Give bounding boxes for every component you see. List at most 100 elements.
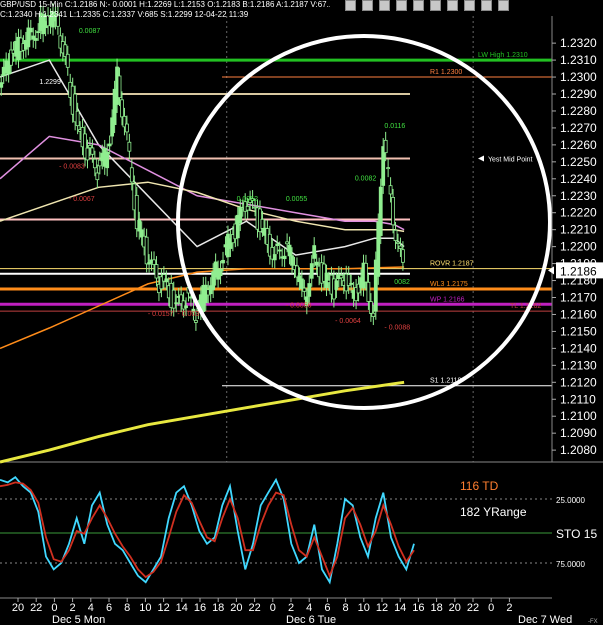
header-line2: C:1.2340 H:1.2341 L:1.2335 C:1.2337 V:68… bbox=[0, 10, 249, 19]
candle-body bbox=[245, 205, 250, 211]
time-tick-label: 8 bbox=[124, 602, 130, 614]
candle-body bbox=[117, 75, 122, 99]
time-tick-label: 12 bbox=[376, 602, 388, 614]
time-tick-label: 2 bbox=[288, 602, 294, 614]
candle-body bbox=[125, 123, 129, 133]
time-tick-label: 20 bbox=[230, 602, 242, 614]
candle-body bbox=[127, 141, 132, 152]
candle-body bbox=[282, 255, 287, 260]
candle-body bbox=[277, 249, 282, 252]
price-tick-label: 1.2260 bbox=[560, 138, 597, 152]
time-tick-label: 18 bbox=[430, 602, 442, 614]
candle-body bbox=[371, 312, 376, 317]
candle-body bbox=[65, 53, 70, 68]
text-icon[interactable] bbox=[430, 0, 441, 11]
pin-icon[interactable] bbox=[447, 0, 458, 11]
time-tick-label: 10 bbox=[358, 602, 370, 614]
time-tick-label: 0 bbox=[488, 602, 494, 614]
candle-body bbox=[378, 186, 383, 236]
time-tick-label: 16 bbox=[412, 602, 424, 614]
candle-body bbox=[174, 302, 179, 305]
candle-body bbox=[393, 229, 398, 242]
forex-chart: LW High 1.2310 R1 1.2300 ROVR 1.2187 WL3 1.… bbox=[0, 0, 603, 625]
candle-body bbox=[95, 172, 100, 181]
stoch-level-label: 25.0000 bbox=[556, 496, 585, 505]
header-title: GBP/USD 15-Min C:1.2186 N:- 0.0001 H:1.2… bbox=[0, 0, 330, 9]
candle-body bbox=[120, 99, 124, 118]
swing-label: - 0.0083 bbox=[59, 164, 85, 171]
price-tick-label: 1.2090 bbox=[560, 426, 597, 440]
price-tick-label: 1.2120 bbox=[560, 375, 597, 389]
magnet-icon[interactable] bbox=[498, 0, 509, 11]
candle-body bbox=[383, 139, 388, 154]
candle-body bbox=[107, 143, 112, 147]
line-icon[interactable] bbox=[396, 0, 407, 11]
td-label: 116 TD bbox=[460, 479, 499, 493]
swing-label: 0082 bbox=[394, 279, 410, 286]
day-label: Dec 7 Wed bbox=[518, 614, 572, 625]
toolbar bbox=[345, 0, 525, 11]
price-tick-label: 1.2280 bbox=[560, 104, 597, 118]
candle-body bbox=[334, 280, 339, 290]
price-tick-label: 1.2200 bbox=[560, 240, 597, 254]
level-label: R1 1.2300 bbox=[430, 69, 462, 76]
swing-label: - 0.0157 bbox=[148, 311, 174, 318]
cursor-icon[interactable] bbox=[379, 0, 390, 11]
candle-body bbox=[275, 243, 280, 247]
time-tick-label: 4 bbox=[88, 602, 94, 614]
price-tick-label: 1.2170 bbox=[560, 291, 597, 305]
candle-body bbox=[368, 301, 373, 314]
current-price-label: 1.2186 bbox=[560, 264, 597, 278]
candle-body bbox=[287, 244, 292, 257]
price-tick-label: 1.2310 bbox=[560, 53, 597, 67]
candle-body bbox=[194, 319, 198, 323]
zoom-icon[interactable] bbox=[345, 0, 356, 11]
price-tick-label: 1.2220 bbox=[560, 206, 597, 220]
time-tick-label: 12 bbox=[157, 602, 169, 614]
swing-label: - 0.0064 bbox=[335, 318, 361, 325]
time-tick-label: 18 bbox=[212, 602, 224, 614]
price-tick-label: 1.2140 bbox=[560, 341, 597, 355]
crosshair-icon[interactable] bbox=[413, 0, 424, 11]
candle-body bbox=[314, 261, 319, 266]
candle-body bbox=[85, 147, 90, 161]
swing-label: 0.0087 bbox=[79, 28, 101, 35]
candle-body bbox=[152, 259, 156, 265]
candle-body bbox=[36, 31, 41, 33]
pencil-icon[interactable] bbox=[464, 0, 475, 11]
price-tick-label: 1.2270 bbox=[560, 121, 597, 135]
time-tick-label: 20 bbox=[449, 602, 461, 614]
fib-icon[interactable] bbox=[481, 0, 492, 11]
swing-label: 0.0055 bbox=[286, 196, 308, 203]
stoch-name: STO 15 bbox=[556, 527, 597, 541]
time-tick-label: 20 bbox=[12, 602, 24, 614]
price-tick-label: 1.2130 bbox=[560, 358, 597, 372]
time-tick-label: 22 bbox=[248, 602, 260, 614]
time-tick-label: 14 bbox=[176, 602, 188, 614]
swing-label: - 0.0067 bbox=[69, 196, 95, 203]
yest-mid-label: Yest Mid Point bbox=[488, 156, 533, 163]
level-label: ROVR 1.2187 bbox=[430, 261, 474, 268]
swing-label: - 0.0056 bbox=[286, 303, 312, 310]
price-tick-label: 1.2290 bbox=[560, 87, 597, 101]
swing-label: 1.2299 bbox=[39, 79, 61, 86]
time-tick-label: 6 bbox=[324, 602, 330, 614]
candle-body bbox=[75, 110, 80, 127]
zoom-icon[interactable] bbox=[362, 0, 373, 11]
time-tick-label: 16 bbox=[194, 602, 206, 614]
candle-body bbox=[90, 147, 95, 155]
candle-body bbox=[88, 145, 92, 149]
time-tick-label: 0 bbox=[51, 602, 57, 614]
candle-body bbox=[105, 151, 110, 169]
yrange-label: 182 YRange bbox=[460, 505, 527, 519]
candle-body bbox=[184, 305, 188, 309]
swing-label: 0.0082 bbox=[355, 175, 377, 182]
candle-body bbox=[312, 245, 317, 259]
candle-body bbox=[366, 281, 371, 302]
day-label: Dec 5 Mon bbox=[52, 614, 105, 625]
stoch-level-label: 75.0000 bbox=[556, 560, 585, 569]
header-bar: GBP/USD 15-Min C:1.2186 N:- 0.0001 H:1.2… bbox=[0, 0, 603, 20]
candle-body bbox=[164, 278, 169, 283]
time-tick-label: 22 bbox=[30, 602, 42, 614]
time-tick-label: 2 bbox=[70, 602, 76, 614]
